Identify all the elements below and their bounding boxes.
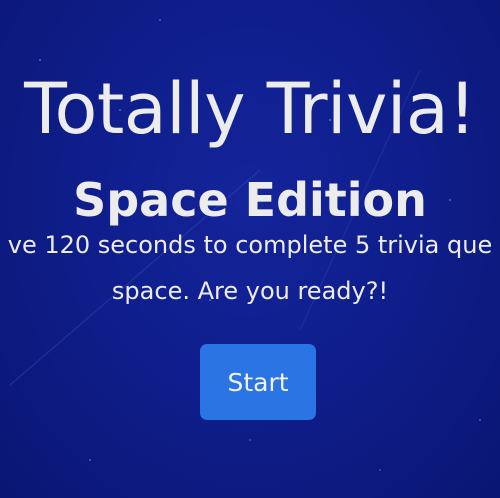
start-button[interactable]: Start [200,344,316,420]
intro-text: ve 120 seconds to complete 5 trivia que … [0,222,500,314]
page-title: Totally Trivia! [24,67,476,150]
intro-line-2: space. Are you ready?! [111,277,389,305]
intro-line-1: ve 120 seconds to complete 5 trivia que [7,231,493,259]
